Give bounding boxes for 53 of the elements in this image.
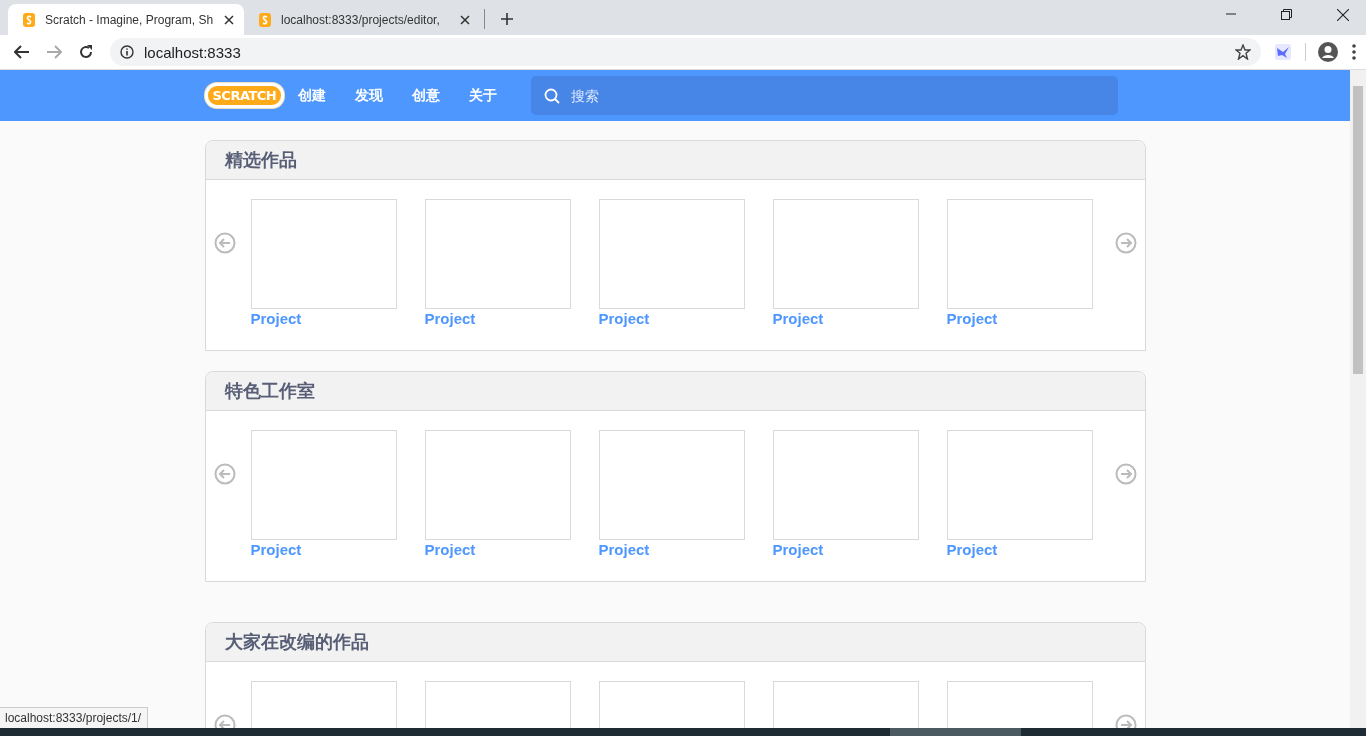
project-link[interactable]: Project [946, 541, 998, 558]
project-thumbnail[interactable] [250, 199, 397, 309]
project-thumbnail[interactable] [424, 199, 571, 309]
search-field[interactable]: 搜索 [531, 76, 1119, 115]
nav-link[interactable]: 创建 [298, 86, 327, 105]
scratch-favicon-icon [23, 12, 35, 27]
url-text: localhost:8333 [144, 43, 241, 61]
project-link[interactable]: Project [424, 541, 476, 558]
close-icon[interactable] [1337, 9, 1349, 21]
project-thumbnail[interactable] [598, 199, 745, 309]
project-thumbnail[interactable] [946, 199, 1093, 309]
status-url: localhost:8333/projects/1/ [0, 707, 149, 728]
back-icon[interactable] [14, 45, 30, 59]
more-icon[interactable] [1352, 44, 1356, 60]
project-thumbnail[interactable] [250, 430, 397, 540]
nav-link[interactable]: 创意 [412, 86, 441, 105]
scratch-logo[interactable]: SCRATCH [204, 83, 285, 108]
star-icon[interactable] [1235, 44, 1251, 60]
panel-title: 精选作品 [224, 149, 297, 172]
project-link[interactable]: Project [772, 541, 824, 558]
nav-link[interactable]: 发现 [355, 86, 384, 105]
search-icon [544, 88, 561, 104]
project-link[interactable]: Project [598, 310, 650, 327]
nav-link[interactable]: 关于 [469, 86, 498, 105]
project-thumbnail[interactable] [946, 430, 1093, 540]
close-icon[interactable] [460, 14, 470, 25]
close-icon[interactable] [224, 14, 234, 25]
project-link[interactable]: Project [946, 310, 998, 327]
account-icon[interactable] [1318, 42, 1338, 62]
project-thumbnail[interactable] [424, 430, 571, 540]
project-thumbnail[interactable] [598, 430, 745, 540]
project-link[interactable]: Project [250, 310, 302, 327]
project-link[interactable]: Project [772, 310, 824, 327]
browser-tab[interactable]: localhost:8333/projects/editor, [244, 4, 480, 35]
scrollbar[interactable] [1350, 70, 1366, 728]
project-link[interactable]: Project [250, 541, 302, 558]
restore-icon[interactable] [1281, 9, 1292, 20]
new-tab-icon[interactable] [501, 13, 513, 25]
bird-icon[interactable] [1275, 44, 1291, 60]
scratch-favicon-icon [259, 12, 271, 27]
reload-icon[interactable] [78, 44, 94, 60]
forward-icon[interactable] [46, 45, 62, 59]
panel-title: 特色工作室 [224, 380, 315, 403]
address-bar[interactable]: localhost:8333 [110, 38, 1261, 66]
tab-title: Scratch - Imagine, Program, Sh [45, 12, 215, 27]
panel-title: 大家在改编的作品 [224, 631, 369, 654]
project-thumbnail[interactable] [772, 199, 919, 309]
info-icon [120, 45, 134, 59]
project-link[interactable]: Project [598, 541, 650, 558]
tab-title: localhost:8333/projects/editor, [281, 12, 441, 27]
project-link[interactable]: Project [424, 310, 476, 327]
browser-tab[interactable]: Scratch - Imagine, Program, Sh [8, 4, 244, 35]
project-thumbnail[interactable] [772, 430, 919, 540]
